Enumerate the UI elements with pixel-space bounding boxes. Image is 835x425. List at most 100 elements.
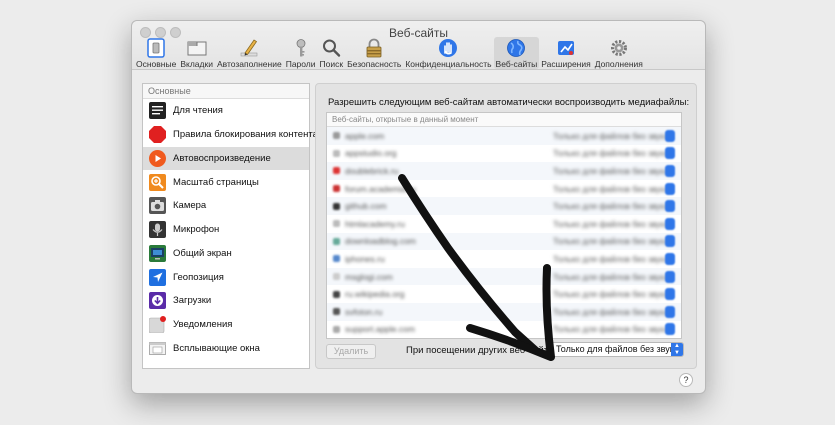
favicon-icon — [333, 255, 340, 263]
key-icon — [290, 38, 312, 58]
table-row[interactable]: doublebrick.ru Только для файлов без звук… — [327, 162, 681, 180]
reader-icon — [149, 102, 166, 120]
tab-search[interactable]: Поиск — [318, 37, 346, 69]
delete-button[interactable]: Удалить — [326, 344, 376, 359]
popup-arrows-icon[interactable] — [665, 270, 675, 283]
table-row[interactable]: ru.wikipedia.org Только для файлов без зв… — [327, 285, 681, 303]
tab-label: Основные — [136, 59, 177, 69]
location-icon — [149, 268, 166, 286]
sidebar-item-location[interactable]: Геопозиция — [143, 265, 309, 289]
table-row[interactable]: forum.academia.ru Только для файлов без з… — [327, 180, 681, 198]
popup-arrows-icon[interactable] — [665, 235, 675, 248]
sidebar-item-label: Уведомления — [173, 319, 233, 331]
help-button[interactable]: ? — [679, 373, 693, 387]
site-domain: github.com — [345, 201, 387, 212]
puzzle-icon — [555, 38, 577, 58]
sidebar-item-page-zoom[interactable]: Масштаб страницы — [143, 170, 309, 194]
sidebar-item-camera[interactable]: Камера — [143, 194, 309, 218]
table-row[interactable]: downloadblog.com Только для файлов без зв… — [327, 232, 681, 251]
site-setting[interactable]: Только для файлов без звука — [553, 307, 669, 317]
tab-extensions[interactable]: Расширения — [539, 37, 592, 69]
site-domain: svfoton.ru — [345, 306, 383, 317]
other-sites-select[interactable]: Только для файлов без звука ▲ ▼ — [550, 342, 684, 357]
site-setting[interactable]: Только для файлов без звука — [553, 184, 669, 194]
popup-arrows-icon[interactable] — [665, 147, 675, 160]
other-sites-label: При посещении других веб-сайтов: — [406, 345, 561, 356]
table-row[interactable]: iphones.ru Только для файлов без звука — [327, 250, 681, 268]
sidebar-item-popups[interactable]: Всплывающие окна — [143, 337, 309, 361]
toolbar: Основные Вкладки Автозаполнение Пароли П… — [134, 37, 645, 69]
pencil-icon — [238, 38, 260, 58]
popup-arrows-icon[interactable] — [665, 217, 675, 230]
tab-label: Пароли — [285, 59, 316, 69]
site-domain: doublebrick.ru — [345, 165, 399, 176]
download-icon — [149, 292, 166, 310]
favicon-icon — [333, 167, 340, 175]
tab-security[interactable]: Безопасность — [345, 37, 403, 69]
popup-arrows-icon[interactable] — [665, 288, 675, 301]
favicon-icon — [333, 273, 340, 281]
magnifier-icon — [320, 38, 342, 58]
site-domain: appstudio.org — [345, 148, 397, 159]
site-setting[interactable]: Только для файлов без звука — [553, 254, 669, 264]
table-row[interactable]: github.com Только для файлов без звука — [327, 197, 681, 215]
tab-autofill[interactable]: Автозаполнение — [215, 37, 284, 69]
favicon-icon — [333, 308, 340, 316]
sidebar-item-autoplay[interactable]: Автовоспроизведение — [143, 146, 309, 171]
site-domain: apple.com — [345, 130, 385, 141]
site-setting[interactable]: Только для файлов без звука — [553, 236, 669, 246]
sidebar-item-notifications[interactable]: Уведомления — [143, 313, 309, 337]
site-setting[interactable]: Только для файлов без звука — [553, 219, 669, 229]
site-setting[interactable]: Только для файлов без звука — [553, 324, 669, 334]
popup-arrows-icon[interactable] — [665, 323, 675, 336]
table-row[interactable]: apple.com Только для файлов без звука — [327, 127, 681, 145]
site-domain: iphones.ru — [345, 253, 385, 264]
sidebar-item-reader[interactable]: Для чтения — [143, 99, 309, 123]
tab-advanced[interactable]: Дополнения — [593, 37, 645, 69]
gear-icon — [608, 38, 630, 58]
site-setting[interactable]: Только для файлов без звука — [553, 201, 669, 211]
switch-icon — [145, 38, 167, 58]
site-domain: forum.academia.ru — [345, 183, 416, 194]
popup-arrows-icon[interactable] — [665, 252, 675, 265]
favicon-icon — [333, 185, 340, 193]
site-setting[interactable]: Только для файлов без звука — [553, 289, 669, 299]
popup-arrows-icon[interactable] — [665, 164, 675, 177]
site-setting[interactable]: Только для файлов без звука — [553, 166, 669, 176]
popup-arrows-icon[interactable] — [665, 182, 675, 195]
tab-privacy[interactable]: Конфиденциальность — [403, 37, 493, 69]
notification-icon — [148, 316, 166, 334]
tab-tabs[interactable]: Вкладки — [178, 37, 215, 69]
popup-arrows-icon[interactable] — [665, 305, 675, 318]
hand-icon — [437, 38, 459, 58]
sidebar-item-screen-sharing[interactable]: Общий экран — [143, 242, 309, 266]
table-row[interactable]: msglogi.com Только для файлов без звука — [327, 267, 681, 286]
table-row[interactable]: appstudio.org Только для файлов без звука — [327, 145, 681, 163]
favicon-icon — [333, 220, 340, 228]
website-rows: apple.com Только для файлов без звука app… — [327, 127, 681, 338]
table-row[interactable]: svfoton.ru Только для файлов без звука — [327, 302, 681, 321]
sidebar-item-content-blockers[interactable]: Правила блокирования контента — [143, 123, 318, 147]
sidebar-item-microphone[interactable]: Микрофон — [143, 218, 309, 242]
tab-general[interactable]: Основные — [134, 37, 178, 69]
site-setting[interactable]: Только для файлов без звука — [553, 131, 669, 141]
tab-passwords[interactable]: Пароли — [284, 37, 318, 69]
sidebar: Основные Для чтения Правила блокирования… — [142, 83, 318, 369]
sidebar-item-label: Масштаб страницы — [173, 176, 259, 188]
popup-arrows-icon[interactable] — [665, 129, 675, 142]
site-setting[interactable]: Только для файлов без звука — [553, 148, 669, 158]
site-setting[interactable]: Только для файлов без звука — [553, 272, 669, 282]
zoom-icon — [149, 173, 166, 191]
tab-websites[interactable]: Веб-сайты — [493, 37, 540, 69]
website-list[interactable]: Веб-сайты, открытые в данный момент appl… — [326, 112, 682, 339]
favicon-icon — [333, 237, 340, 245]
favicon-icon — [333, 290, 340, 298]
padlock-icon — [363, 38, 385, 58]
tab-label: Безопасность — [347, 59, 402, 69]
stop-sign-icon — [149, 126, 166, 144]
table-row[interactable]: htmlacademy.ru Только для файлов без звук… — [327, 215, 681, 233]
popup-arrows-icon[interactable] — [665, 200, 675, 213]
table-row[interactable]: support.apple.com Только для файлов без з… — [327, 321, 681, 338]
sidebar-item-downloads[interactable]: Загрузки — [143, 289, 309, 313]
favicon-icon — [333, 132, 340, 140]
